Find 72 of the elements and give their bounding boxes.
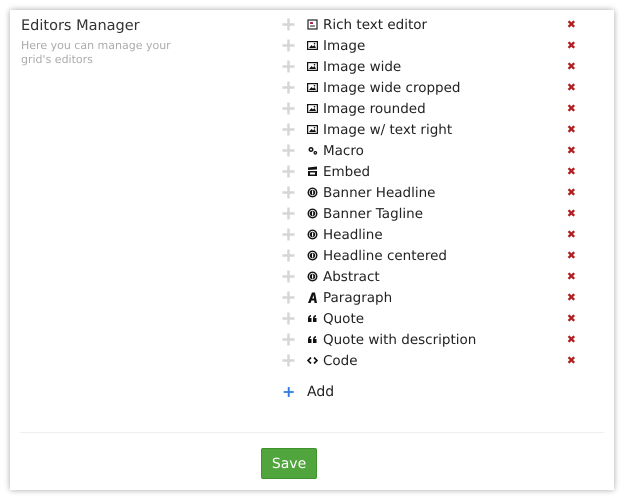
- info-circle-icon: [307, 271, 318, 282]
- drag-handle-icon[interactable]: [282, 123, 295, 136]
- editor-name: Macro: [323, 142, 365, 158]
- drag-handle-icon[interactable]: [282, 249, 295, 262]
- drag-handle-icon[interactable]: [282, 207, 295, 220]
- drag-handle-icon[interactable]: [282, 228, 295, 241]
- editor-name: Headline centered: [323, 248, 448, 264]
- remove-icon[interactable]: ✖: [566, 228, 576, 241]
- image-icon: [307, 82, 318, 93]
- info-circle-icon: [307, 208, 318, 219]
- drag-handle-icon[interactable]: [282, 102, 295, 115]
- remove-icon[interactable]: ✖: [566, 249, 576, 262]
- drag-handle-icon[interactable]: [282, 165, 295, 178]
- rich-text-icon: [307, 19, 318, 30]
- drag-handle-icon[interactable]: [282, 186, 295, 199]
- editor-name: Headline: [323, 226, 384, 242]
- drag-handle-icon[interactable]: [282, 291, 295, 304]
- add-icon: +: [282, 382, 295, 401]
- remove-icon[interactable]: ✖: [566, 165, 576, 178]
- editor-name: Embed: [323, 164, 372, 180]
- remove-icon[interactable]: ✖: [566, 81, 576, 94]
- remove-icon[interactable]: ✖: [566, 144, 576, 157]
- code-icon: [307, 355, 318, 366]
- drag-handle-icon[interactable]: [282, 270, 295, 283]
- drag-handle-icon[interactable]: [282, 81, 295, 94]
- editor-name: Code: [323, 352, 359, 368]
- remove-icon[interactable]: ✖: [566, 60, 576, 73]
- remove-icon[interactable]: ✖: [566, 18, 576, 31]
- info-circle-icon: [307, 187, 318, 198]
- image-icon: [307, 103, 318, 114]
- editor-name: Paragraph: [323, 290, 394, 306]
- remove-icon[interactable]: ✖: [566, 186, 576, 199]
- editor-name: Banner Headline: [323, 184, 436, 200]
- letter-a-icon: [307, 292, 318, 303]
- remove-icon[interactable]: ✖: [566, 312, 576, 325]
- remove-icon[interactable]: ✖: [566, 39, 576, 52]
- remove-icon[interactable]: ✖: [566, 123, 576, 136]
- editor-name: Abstract: [323, 268, 381, 284]
- image-icon: [307, 40, 318, 51]
- remove-icon[interactable]: ✖: [566, 207, 576, 220]
- editor-name: Image wide: [323, 58, 402, 74]
- section-description: Here you can manage your grid's editors: [21, 39, 171, 67]
- editor-name: Image wide cropped: [323, 80, 462, 96]
- image-icon: [307, 124, 318, 135]
- editor-name: Image: [323, 38, 366, 54]
- editor-name: Rich text editor: [323, 16, 428, 32]
- drag-handle-icon[interactable]: [282, 60, 295, 73]
- editor-name: Banner Tagline: [323, 206, 424, 222]
- drag-handle-icon[interactable]: [282, 18, 295, 31]
- editor-name: Quote: [323, 310, 366, 326]
- quote-icon: [307, 334, 318, 345]
- quote-icon: [307, 313, 318, 324]
- editor-name: Quote with description: [323, 332, 478, 348]
- image-icon: [307, 61, 318, 72]
- remove-icon[interactable]: ✖: [566, 333, 576, 346]
- drag-handle-icon[interactable]: [282, 354, 295, 367]
- drag-handle-icon[interactable]: [282, 144, 295, 157]
- remove-icon[interactable]: ✖: [566, 270, 576, 283]
- editor-name: Image w/ text right: [323, 122, 454, 138]
- drag-handle-icon[interactable]: [282, 312, 295, 325]
- drag-handle-icon[interactable]: [282, 39, 295, 52]
- drag-handle-icon[interactable]: [282, 333, 295, 346]
- gears-icon: [307, 145, 318, 156]
- remove-icon[interactable]: ✖: [566, 291, 576, 304]
- clapperboard-icon: [307, 166, 318, 177]
- section-title: Editors Manager: [21, 18, 141, 34]
- add-button[interactable]: + Add: [282, 381, 334, 402]
- remove-icon[interactable]: ✖: [566, 354, 576, 367]
- info-circle-icon: [307, 250, 318, 261]
- remove-icon[interactable]: ✖: [566, 102, 576, 115]
- editor-name: Image rounded: [323, 100, 427, 116]
- info-circle-icon: [307, 229, 318, 240]
